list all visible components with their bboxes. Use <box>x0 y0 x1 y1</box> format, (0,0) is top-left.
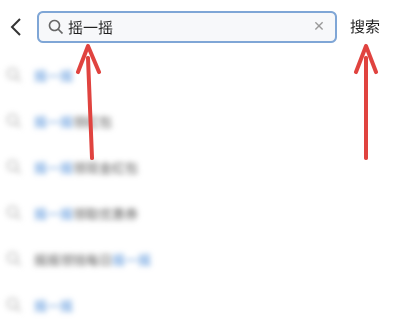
annotation-arrow-search-button <box>354 44 378 160</box>
annotation-arrows <box>76 44 378 160</box>
annotation-arrow-search-input <box>76 44 101 160</box>
